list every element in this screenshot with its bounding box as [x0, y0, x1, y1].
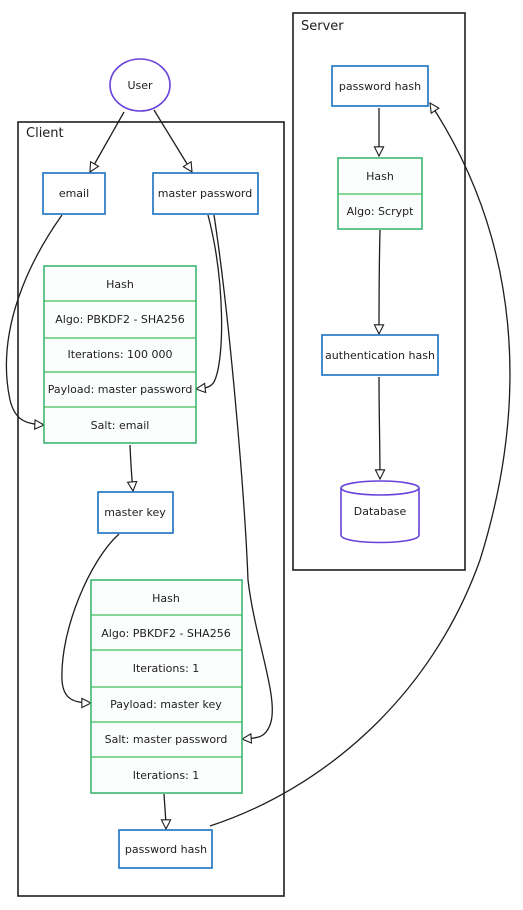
edge-auth-hash-database	[379, 376, 380, 479]
database-label: Database	[354, 505, 407, 518]
client-title: Client	[26, 126, 64, 141]
edge-hash1-master-key	[130, 444, 133, 491]
scrypt-row-algo: Algo: Scrypt	[347, 205, 415, 218]
email-label: email	[59, 187, 89, 200]
scrypt-row-title: Hash	[366, 170, 394, 183]
edge-scrypt-auth-hash	[379, 229, 380, 334]
hash-pbkdf2-100000-table[interactable]: Hash Algo: PBKDF2 - SHA256 Iterations: 1…	[43, 265, 197, 444]
hash-scrypt-table[interactable]: Hash Algo: Scrypt	[337, 157, 423, 230]
hash1-row-salt: Salt: email	[91, 419, 150, 432]
master-password-node[interactable]: master password	[152, 172, 259, 215]
hash2-row-title: Hash	[152, 592, 180, 605]
edge-user-master-password	[153, 109, 192, 172]
authentication-hash-node[interactable]: authentication hash	[321, 334, 439, 376]
hash1-row-algo: Algo: PBKDF2 - SHA256	[55, 313, 184, 326]
hash2-row-algo: Algo: PBKDF2 - SHA256	[101, 627, 230, 640]
hash1-row-payload: Payload: master password	[48, 383, 193, 396]
hash1-row-title: Hash	[106, 278, 134, 291]
edge-hash2-password-hash	[164, 793, 166, 829]
server-password-hash-node[interactable]: password hash	[331, 65, 429, 107]
user-label: User	[127, 79, 153, 92]
diagram-canvas: Client Server User email master password	[5, 12, 511, 897]
master-key-label: master key	[104, 506, 166, 519]
server-title: Server	[301, 19, 344, 34]
hash2-row-iterations: Iterations: 1	[133, 662, 200, 675]
hash-pbkdf2-1-table[interactable]: Hash Algo: PBKDF2 - SHA256 Iterations: 1…	[90, 579, 243, 794]
master-password-label: master password	[158, 187, 253, 200]
client-password-hash-node[interactable]: password hash	[118, 829, 213, 869]
hash2-row-iterations-2: Iterations: 1	[133, 769, 200, 782]
database-node[interactable]: Database	[340, 480, 420, 544]
email-node[interactable]: email	[42, 172, 106, 215]
edge-user-email	[90, 111, 125, 172]
client-password-hash-label: password hash	[125, 843, 207, 856]
user-node[interactable]: User	[109, 58, 171, 112]
authentication-hash-label: authentication hash	[325, 349, 435, 362]
hash2-row-salt: Salt: master password	[105, 733, 228, 746]
hash1-row-iterations: Iterations: 100 000	[67, 348, 172, 361]
server-password-hash-label: password hash	[339, 80, 421, 93]
master-key-node[interactable]: master key	[97, 491, 174, 534]
hash2-row-payload: Payload: master key	[110, 698, 222, 711]
